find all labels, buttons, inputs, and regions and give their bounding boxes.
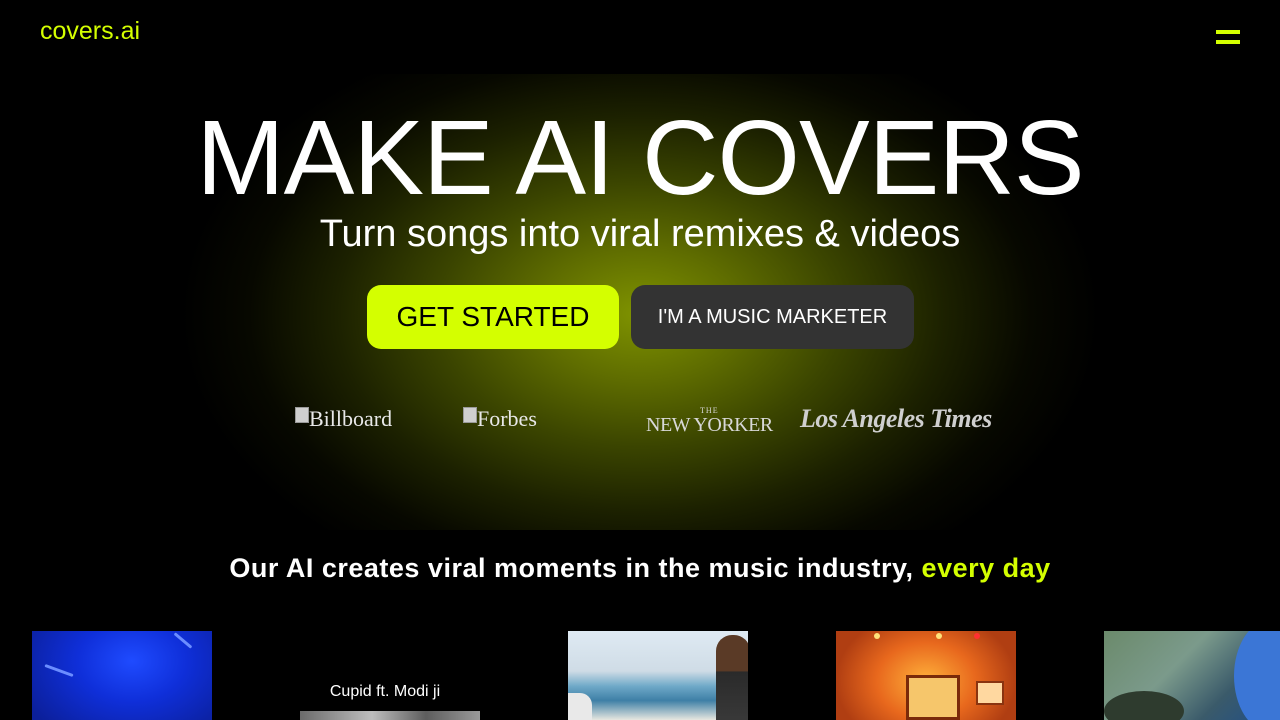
stage-light (936, 633, 942, 639)
stage-light (874, 633, 880, 639)
video-tile[interactable] (568, 631, 748, 720)
broken-image-icon (295, 407, 309, 423)
top-nav-bar: covers.ai (0, 0, 1280, 74)
forbes-alt-text: Forbes (477, 406, 537, 431)
tagline-text: Our AI creates viral moments in the musi… (229, 553, 922, 583)
page: covers.ai MAKE AI COVERS Turn songs into… (0, 0, 1280, 720)
hamburger-menu-icon[interactable] (1216, 29, 1242, 47)
get-started-button[interactable]: GET STARTED (367, 285, 619, 349)
thumbnail-shape (1234, 631, 1280, 720)
video-caption: Cupid ft. Modi ji (329, 683, 441, 700)
music-marketer-button[interactable]: I'M A MUSIC MARKETER (631, 285, 914, 349)
new-yorker-logo: THE NEW YORKER (646, 407, 773, 436)
video-tile[interactable] (32, 631, 212, 720)
forbes-logo: Forbes (463, 406, 537, 432)
hero-title: MAKE AI COVERS (196, 99, 1084, 217)
video-tile[interactable] (836, 631, 1016, 720)
broken-image-icon (463, 407, 477, 423)
thumbnail-person (716, 635, 748, 720)
thumbnail-screen (976, 681, 1004, 705)
menu-icon-line (1216, 30, 1240, 34)
site-logo[interactable]: covers.ai (40, 17, 140, 46)
video-tile[interactable]: Cupid ft. Modi ji (300, 631, 480, 720)
thumbnail-shape (1104, 691, 1184, 720)
tagline-highlight: every day (921, 553, 1051, 583)
thumbnail-stage (906, 675, 960, 720)
video-tile[interactable] (1104, 631, 1280, 720)
video-thumbnail-strip (300, 711, 480, 720)
billboard-logo: Billboard (295, 406, 392, 432)
la-times-logo: Los Angeles Times (800, 404, 992, 433)
thumbnail-boat (568, 693, 592, 720)
stage-light (974, 633, 980, 639)
light-streak (44, 663, 74, 678)
menu-icon-line (1216, 40, 1240, 44)
light-streak (173, 632, 193, 649)
new-yorker-name: NEW YORKER (646, 414, 773, 436)
hero-subtitle: Turn songs into viral remixes & videos (319, 213, 961, 255)
section-tagline: Our AI creates viral moments in the musi… (0, 553, 1280, 584)
billboard-alt-text: Billboard (309, 406, 393, 431)
